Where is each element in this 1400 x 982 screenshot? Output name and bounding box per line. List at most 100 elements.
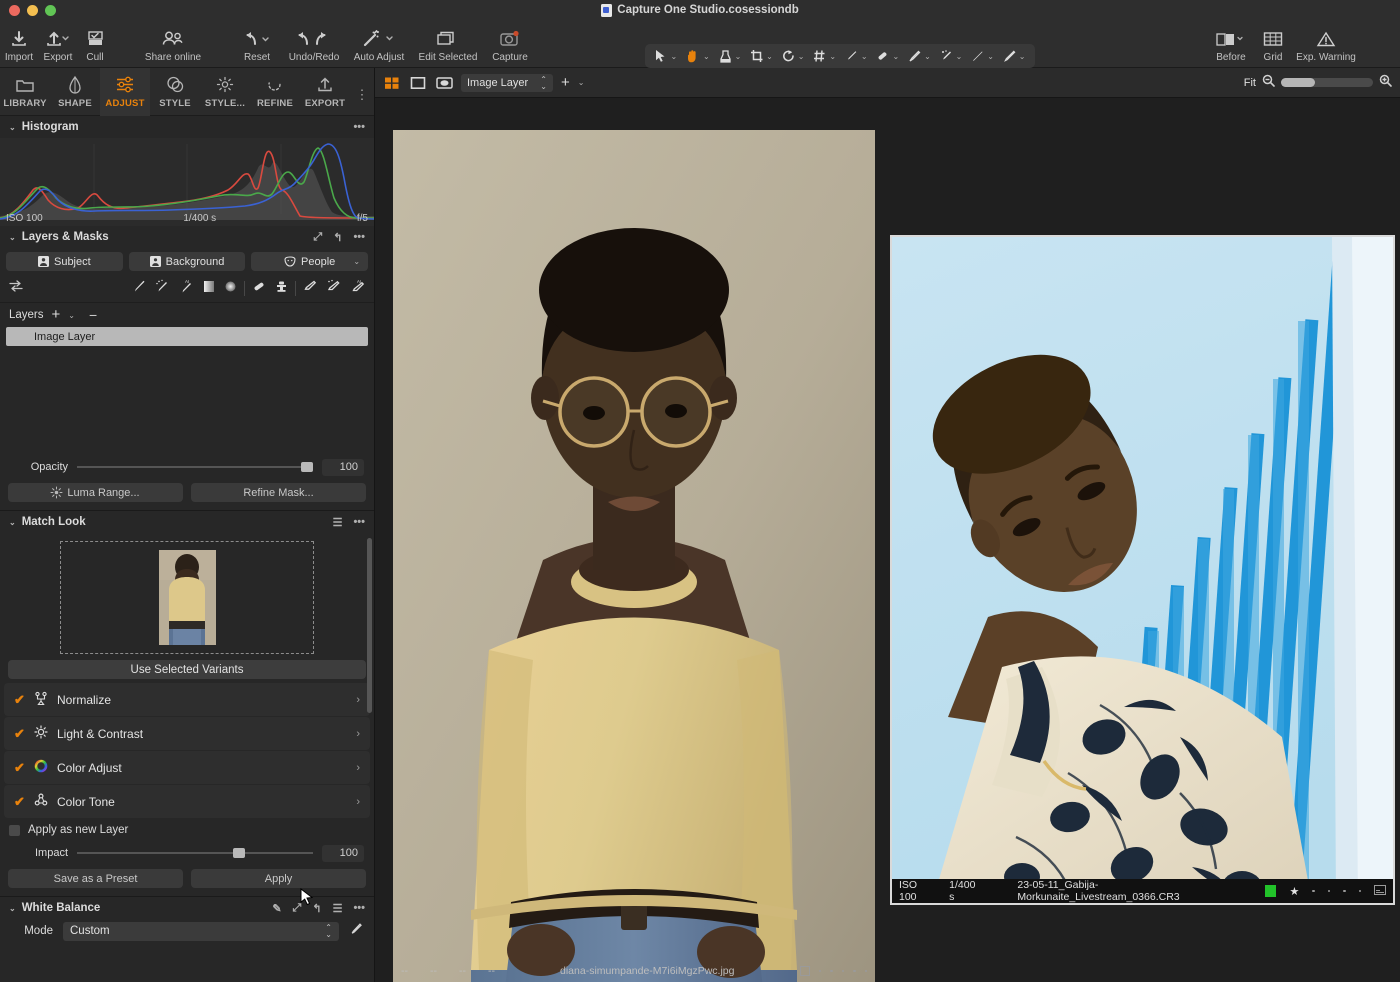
chevron-right-icon[interactable]: › [356,694,360,706]
toolbar-undo-redo[interactable]: Undo/Redo [283,28,345,63]
histogram-menu-icon[interactable]: ••• [353,121,365,133]
match-look-dropzone[interactable] [60,541,314,654]
grid-view-icon[interactable] [383,75,401,90]
opacity-slider[interactable] [77,462,313,472]
chevron-right-icon[interactable]: › [356,762,360,774]
tabs-overflow-button[interactable]: ⋮ [350,87,374,101]
toolbar-edit-selected[interactable]: Edit Selected [413,28,483,63]
toolbar-exp-warning[interactable]: Exp. Warning [1290,28,1362,63]
spot-removal-icon[interactable]: ⌄ [845,49,868,63]
mask-preset-subject[interactable]: Subject [6,252,123,271]
apply-button[interactable]: Apply [191,869,366,888]
heal-tool-icon[interactable] [252,280,266,298]
toolbar-reset[interactable]: Reset [238,28,276,63]
match-look-menu-icon[interactable]: ••• [353,516,365,528]
mask-preset-background[interactable]: Background [128,252,246,271]
keystone-icon[interactable]: ⌄ [813,49,836,63]
color-tag-swatch[interactable] [1264,885,1277,897]
luma-range-button[interactable]: Luma Range... [8,483,183,502]
checkmark-icon[interactable]: ✔ [14,726,25,742]
zoom-fit-label[interactable]: Fit [1244,77,1256,89]
rating-dot[interactable] [864,969,867,973]
star-rating-icon[interactable]: ★ [1289,885,1299,898]
gradient-mask-icon[interactable]: ⌄ [1003,49,1026,63]
wb-menu-icon[interactable]: ••• [353,902,365,914]
apply-as-new-layer-row[interactable]: Apply as new Layer [0,819,374,841]
radial-gradient-mask-icon[interactable] [224,280,237,298]
image-2-badge-icon[interactable] [1374,884,1386,898]
draw-mask-brush-icon[interactable]: ⌄ [971,49,994,63]
eraser-tool-icon[interactable] [303,279,317,298]
clone-brush-icon[interactable]: ⌄ [940,49,962,63]
chevron-right-icon[interactable]: › [356,728,360,740]
toolbar-cull[interactable]: Cull [80,28,110,63]
match-option-color-tone[interactable]: ✔ Color Tone › [4,785,370,818]
reset-arrow-icon[interactable]: ↰ [333,231,342,244]
viewer-layer-select[interactable]: Image Layer ⌃ ⌄ [461,73,553,92]
wb-mode-select[interactable]: Custom ⌃ ⌄ [63,921,339,941]
save-as-preset-button[interactable]: Save as a Preset [8,869,183,888]
rating-dot[interactable] [1312,889,1315,893]
toolbar-share-online[interactable]: Share online [130,28,216,63]
tab-library[interactable]: LIBRARY [0,68,50,116]
mask-preset-people[interactable]: People ⌄ [251,252,369,271]
toolbar-auto-adjust[interactable]: Auto Adjust [350,28,408,63]
chevron-right-icon[interactable]: › [356,796,360,808]
wb-eyedropper-icon[interactable] [349,922,365,941]
rating-dot[interactable] [818,969,821,973]
stepper-icon[interactable]: ⌃ ⌄ [325,924,332,939]
image-thumbnail-2[interactable]: ISO 100 1/400 s 23-05-11_Gabija-Morkunai… [890,235,1395,905]
heal-brush-icon[interactable]: ⌄ [908,49,931,63]
layers-menu-icon[interactable]: ••• [353,231,365,243]
impact-slider-knob[interactable] [232,848,245,858]
tab-export[interactable]: EXPORT [300,68,350,116]
brush-icon[interactable] [133,279,146,298]
toolbar-export[interactable]: Export [40,28,76,63]
opacity-slider-knob[interactable] [301,462,313,472]
chevron-down-icon[interactable]: ⌄ [353,257,360,266]
pan-hand-icon[interactable]: ⌄ [686,49,710,63]
crop-icon[interactable]: ⌄ [750,49,773,63]
add-layer-chevron-icon[interactable]: ⌄ [68,311,75,320]
toolbar-before[interactable]: Before [1205,28,1257,63]
toolbar-grid[interactable]: Grid [1258,28,1288,63]
tab-adjust[interactable]: ADJUST [100,68,150,116]
checkmark-icon[interactable]: ✔ [14,760,25,776]
impact-value[interactable]: 100 [322,844,364,862]
rating-dot[interactable] [853,969,856,973]
collapse-caret-icon[interactable]: ⌄ [9,904,16,913]
tab-style[interactable]: STYLE [150,68,200,116]
wb-pencil-icon[interactable]: ✎ [272,902,281,915]
magic-brush-icon[interactable] [155,279,169,298]
zoom-out-icon[interactable] [1262,74,1275,92]
color-tag-empty[interactable] [799,966,810,976]
zoom-slider-knob[interactable] [1281,78,1315,87]
rating-dot[interactable] [841,969,844,973]
ai-brush-icon[interactable]: AI [178,279,194,298]
tab-shape[interactable]: SHAPE [50,68,100,116]
single-view-icon[interactable] [409,75,427,90]
checkmark-icon[interactable]: ✔ [14,794,25,810]
toolbar-capture[interactable]: Capture [487,28,533,63]
match-option-light-contrast[interactable]: ✔ Light & Contrast › [4,717,370,750]
zoom-slider[interactable] [1281,78,1373,87]
apply-as-new-layer-checkbox[interactable] [9,824,20,836]
checkmark-icon[interactable]: ✔ [14,692,25,708]
preview-icon[interactable] [435,75,453,90]
refine-mask-button[interactable]: Refine Mask... [191,483,366,502]
rating-dot[interactable] [1327,889,1331,893]
ai-eraser-icon[interactable]: AI [350,279,366,298]
match-look-thumbnail[interactable] [158,550,216,645]
match-option-color-adjust[interactable]: ✔ Color Adjust › [4,751,370,784]
rating-dot[interactable] [1343,889,1346,893]
collapse-caret-icon[interactable]: ⌄ [9,518,16,527]
zoom-in-icon[interactable] [1379,74,1392,92]
left-panel-scrollbar[interactable] [367,538,372,713]
tab-refine[interactable]: REFINE [250,68,300,116]
wb-presets-icon[interactable]: ☰ [333,902,343,915]
stepper-icon[interactable]: ⌃ ⌄ [540,75,547,90]
opacity-value[interactable]: 100 [322,458,364,476]
eraser-icon[interactable]: ⌄ [876,49,899,63]
layer-row-image-layer[interactable]: Image Layer [6,327,368,346]
add-layer-viewer-button[interactable]: + [561,75,570,90]
